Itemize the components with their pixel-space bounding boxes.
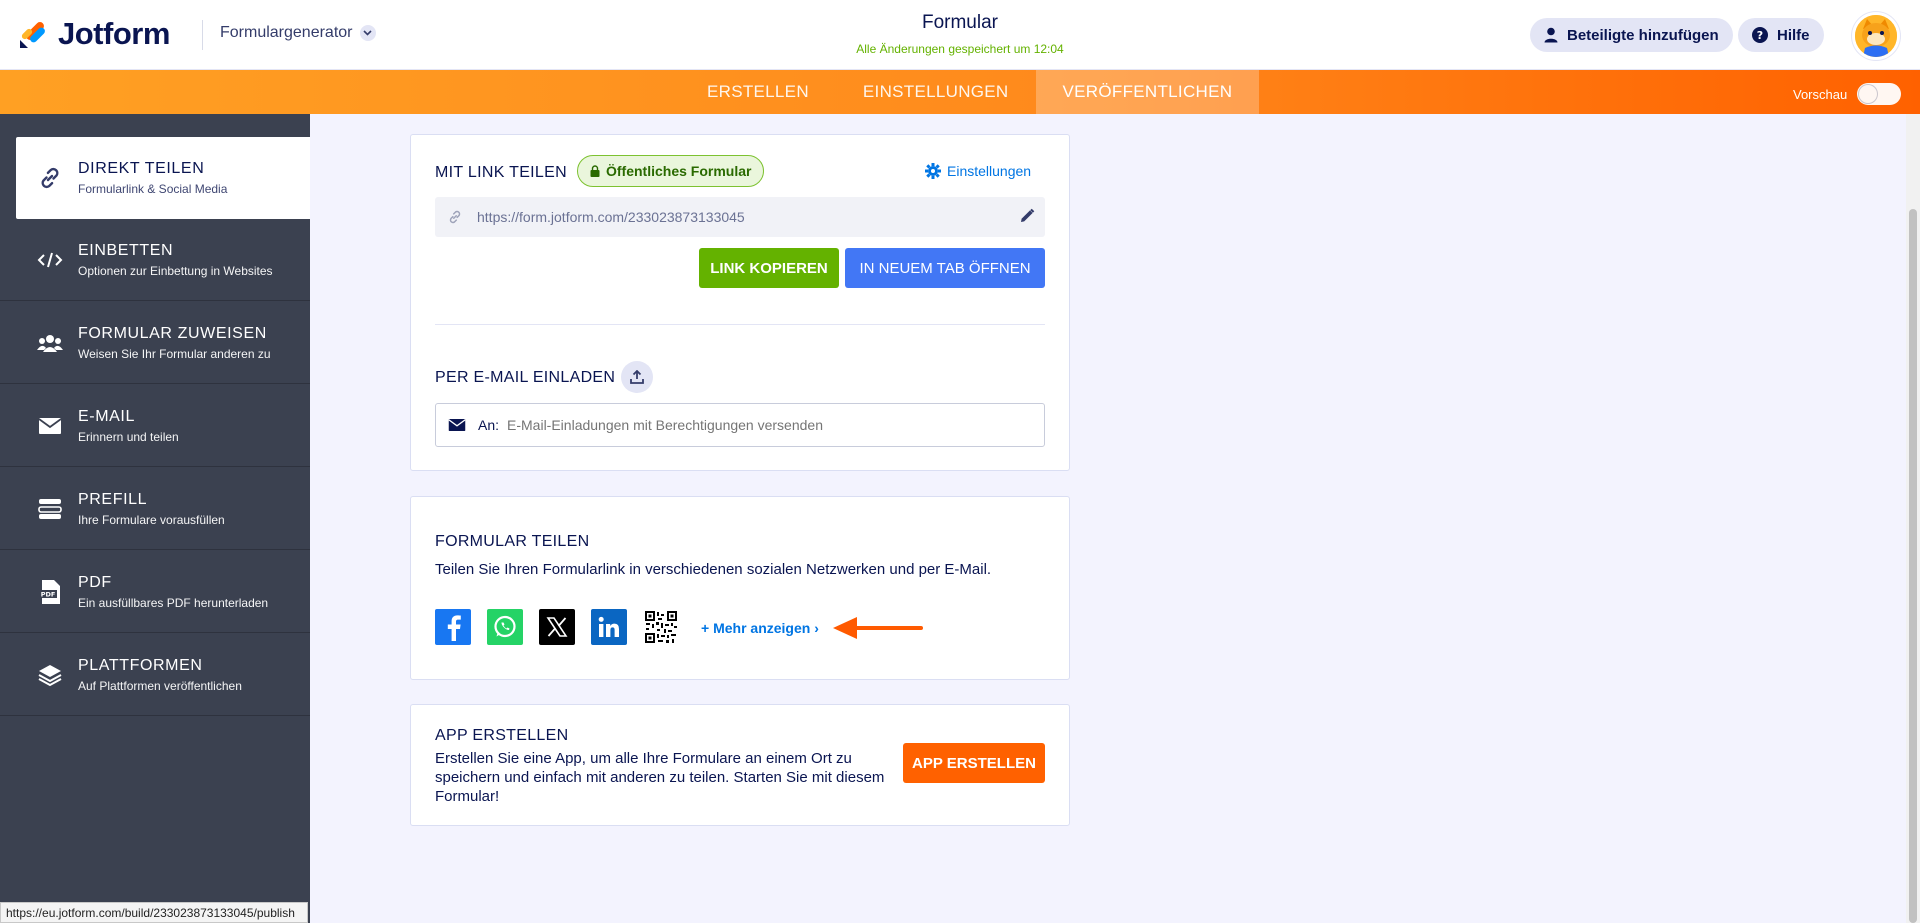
sidebar-item-title: PLATTFORMEN bbox=[78, 656, 203, 674]
avatar-cat-icon bbox=[1855, 15, 1897, 57]
page-scrollbar[interactable] bbox=[1906, 114, 1920, 923]
sidebar-item-subtitle: Auf Plattformen veröffentlichen bbox=[78, 678, 242, 693]
code-icon bbox=[36, 246, 64, 274]
save-status: Alle Änderungen gespeichert um 12:04 bbox=[856, 42, 1064, 56]
sidebar-item-title: PDF bbox=[78, 573, 112, 591]
tab-veroeffentlichen[interactable]: VERÖFFENTLICHEN bbox=[1035, 70, 1260, 114]
create-app-button[interactable]: APP ERSTELLEN bbox=[903, 743, 1045, 783]
create-app-description: Erstellen Sie eine App, um alle Ihre For… bbox=[435, 750, 885, 805]
sidebar-item-subtitle: Formularlink & Social Media bbox=[78, 182, 228, 196]
svg-text:?: ? bbox=[1757, 29, 1763, 42]
add-participants-button[interactable]: Beteiligte hinzufügen bbox=[1530, 18, 1733, 52]
tab-erstellen[interactable]: ERSTELLEN bbox=[680, 70, 836, 114]
jotform-logo-icon bbox=[20, 22, 45, 48]
preview-toggle-area: Vorschau bbox=[1793, 83, 1902, 105]
form-url-text: https://form.jotform.com/233023873133045 bbox=[477, 209, 745, 225]
qr-code-icon[interactable] bbox=[643, 609, 679, 645]
whatsapp-icon[interactable] bbox=[487, 609, 523, 645]
share-link-heading: MIT LINK TEILEN bbox=[435, 164, 567, 181]
share-form-card: FORMULAR TEILEN Teilen Sie Ihren Formula… bbox=[410, 496, 1070, 680]
show-more-link[interactable]: + Mehr anzeigen › bbox=[701, 620, 819, 636]
section-divider bbox=[435, 324, 1045, 325]
share-form-description: Teilen Sie Ihren Formularlink in verschi… bbox=[435, 561, 992, 578]
upload-contacts-button[interactable] bbox=[621, 361, 653, 393]
create-app-heading: APP ERSTELLEN bbox=[435, 727, 569, 744]
nav-tabs: ERSTELLEN EINSTELLUNGEN VERÖFFENTLICHEN bbox=[680, 70, 1260, 114]
orange-arrow-annotation bbox=[833, 617, 923, 639]
link-icon bbox=[36, 164, 64, 192]
email-to-label: An: bbox=[478, 417, 500, 433]
sidebar-item-subtitle: Ihre Formulare vorausfüllen bbox=[78, 512, 225, 527]
sidebar-item-title: E-MAIL bbox=[78, 407, 135, 425]
tab-einstellungen[interactable]: EINSTELLUNGEN bbox=[836, 70, 1036, 114]
create-app-card: APP ERSTELLEN Erstellen Sie eine App, um… bbox=[410, 704, 1070, 826]
open-new-tab-button[interactable]: IN NEUEM TAB ÖFFNEN bbox=[845, 248, 1045, 288]
email-invite-field[interactable]: An: bbox=[435, 403, 1045, 447]
settings-link[interactable]: Einstellungen bbox=[925, 163, 1031, 179]
link-icon bbox=[447, 209, 463, 225]
pdf-icon: PDF bbox=[36, 578, 64, 606]
upload-icon bbox=[630, 370, 644, 384]
publish-sidebar: DIREKT TEILEN Formularlink & Social Medi… bbox=[0, 114, 310, 923]
avatar[interactable] bbox=[1852, 12, 1900, 60]
preview-label: Vorschau bbox=[1793, 86, 1848, 102]
lock-icon bbox=[590, 165, 600, 177]
edit-pencil-icon[interactable] bbox=[1019, 208, 1035, 229]
sidebar-item-title: PREFILL bbox=[78, 490, 148, 508]
email-invite-input[interactable] bbox=[507, 417, 988, 433]
envelope-icon bbox=[36, 412, 64, 440]
sidebar-item-subtitle: Ein ausfüllbares PDF herunterladen bbox=[78, 595, 269, 610]
scrollbar-thumb[interactable] bbox=[1909, 209, 1917, 923]
top-header: Jotform Formulargenerator Formular Alle … bbox=[0, 0, 1920, 70]
toggle-knob bbox=[1859, 85, 1878, 103]
header-divider bbox=[202, 20, 203, 50]
builder-dropdown[interactable]: Formulargenerator bbox=[220, 24, 376, 42]
copy-link-button[interactable]: LINK KOPIEREN bbox=[699, 248, 839, 288]
invite-email-heading: PER E-MAIL EINLADEN bbox=[435, 369, 616, 386]
sidebar-item-pdf[interactable]: PDF PDF Ein ausfüllbares PDF herunterlad… bbox=[0, 551, 310, 633]
builder-navbar: ERSTELLEN EINSTELLUNGEN VERÖFFENTLICHEN … bbox=[0, 70, 1920, 114]
users-icon bbox=[36, 329, 64, 357]
preview-toggle[interactable] bbox=[1857, 83, 1902, 105]
sidebar-item-prefill[interactable]: PREFILL Ihre Formulare vorausfüllen bbox=[0, 468, 310, 550]
sidebar-item-einbetten[interactable]: EINBETTEN Optionen zur Einbettung in Web… bbox=[0, 219, 310, 301]
builder-label: Formulargenerator bbox=[220, 24, 353, 41]
browser-status-url: https://eu.jotform.com/build/23302387313… bbox=[0, 902, 308, 923]
sidebar-item-title: EINBETTEN bbox=[78, 241, 174, 259]
svg-text:PDF: PDF bbox=[41, 590, 56, 598]
sidebar-item-e-mail[interactable]: E-MAIL Erinnern und teilen bbox=[0, 385, 310, 467]
sidebar-item-title: DIREKT TEILEN bbox=[78, 160, 205, 177]
jotform-logo[interactable]: Jotform bbox=[18, 16, 170, 52]
sidebar-item-subtitle: Erinnern und teilen bbox=[78, 429, 179, 444]
help-button[interactable]: ? Hilfe bbox=[1738, 18, 1824, 52]
form-title[interactable]: Formular bbox=[760, 12, 1160, 34]
sidebar-item-plattformen[interactable]: PLATTFORMEN Auf Plattformen veröffentlic… bbox=[0, 634, 310, 716]
settings-label: Einstellungen bbox=[947, 163, 1032, 179]
sidebar-item-title: FORMULAR ZUWEISEN bbox=[78, 324, 267, 342]
x-icon[interactable] bbox=[539, 609, 575, 645]
help-label: Hilfe bbox=[1777, 26, 1810, 44]
logo-text: Jotform bbox=[58, 16, 170, 51]
form-url-field[interactable]: https://form.jotform.com/233023873133045 bbox=[435, 197, 1045, 237]
prefill-icon bbox=[36, 495, 64, 523]
chevron-down-icon bbox=[359, 25, 376, 41]
public-form-label: Öffentliches Formular bbox=[606, 163, 752, 179]
user-icon bbox=[1544, 27, 1558, 43]
sidebar-item-subtitle: Weisen Sie Ihr Formular anderen zu bbox=[78, 346, 271, 361]
share-form-heading: FORMULAR TEILEN bbox=[435, 533, 590, 550]
share-link-card: MIT LINK TEILEN Öffentliches Formular Ei… bbox=[410, 134, 1070, 471]
layers-icon bbox=[36, 661, 64, 689]
linkedin-icon[interactable] bbox=[591, 609, 627, 645]
add-participants-label: Beteiligte hinzufügen bbox=[1567, 26, 1719, 44]
sidebar-item-direkt-teilen[interactable]: DIREKT TEILEN Formularlink & Social Medi… bbox=[16, 137, 310, 219]
gear-icon bbox=[925, 163, 941, 179]
question-icon: ? bbox=[1752, 27, 1768, 43]
public-form-badge[interactable]: Öffentliches Formular bbox=[577, 155, 765, 187]
sidebar-item-subtitle: Optionen zur Einbettung in Websites bbox=[78, 263, 273, 278]
form-title-area: Formular Alle Änderungen gespeichert um … bbox=[760, 12, 1160, 56]
facebook-icon[interactable] bbox=[435, 609, 471, 645]
envelope-icon bbox=[448, 418, 466, 432]
sidebar-item-formular-zuweisen[interactable]: FORMULAR ZUWEISEN Weisen Sie Ihr Formula… bbox=[0, 302, 310, 384]
